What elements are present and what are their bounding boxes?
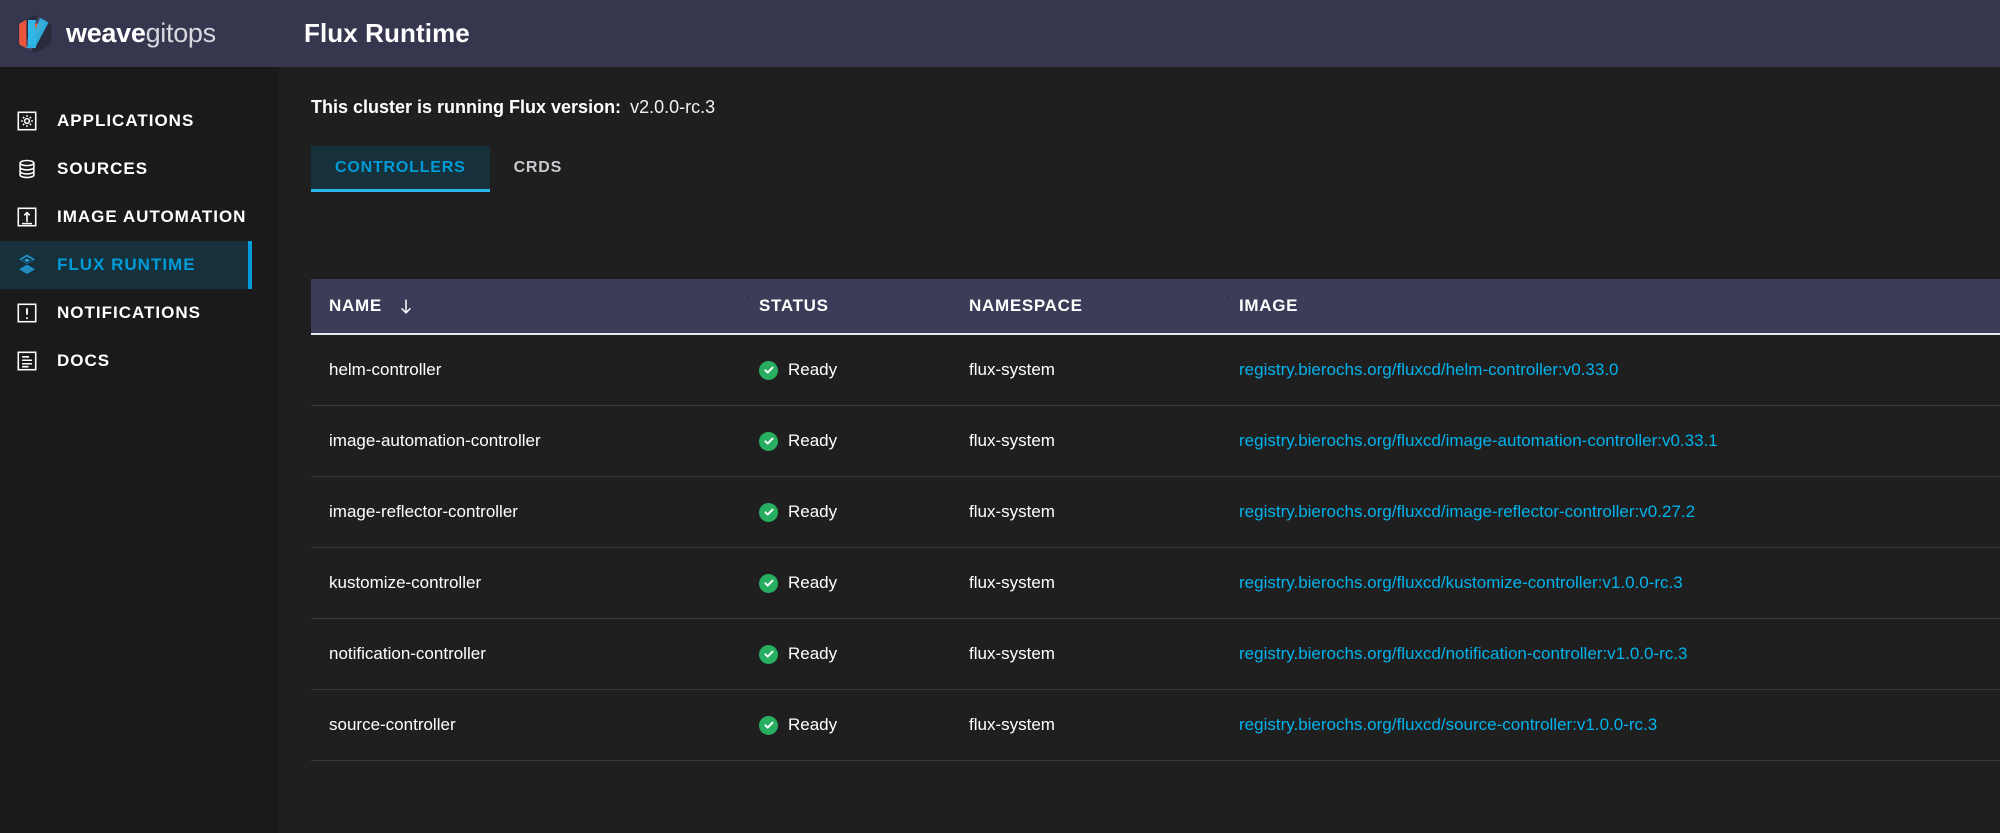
cell-image: registry.bierochs.org/fluxcd/image-refle… xyxy=(1221,502,2000,522)
cell-namespace: flux-system xyxy=(969,360,1055,379)
success-check-icon xyxy=(759,502,778,522)
table-row[interactable]: image-reflector-controller Ready flux-sy… xyxy=(311,477,2000,548)
cell-name: image-reflector-controller xyxy=(329,502,518,521)
image-automation-icon xyxy=(14,204,40,230)
content-panel: This cluster is running Flux version: v2… xyxy=(279,67,2000,833)
notifications-alert-icon xyxy=(14,300,40,326)
flux-runtime-diamond-icon xyxy=(14,252,40,278)
status-label: Ready xyxy=(788,360,838,379)
sidebar-item-label: IMAGE AUTOMATION xyxy=(57,207,247,226)
page-title: Flux Runtime xyxy=(304,18,470,48)
table-header-row: NAME STATUS NAMESPACE IMAGE xyxy=(311,279,2000,335)
controllers-table: NAME STATUS NAMESPACE IMAGE helm-control… xyxy=(311,279,2000,761)
image-link[interactable]: registry.bierochs.org/fluxcd/helm-contro… xyxy=(1239,360,1619,379)
sources-database-icon xyxy=(14,156,40,182)
top-bar: Flux Runtime xyxy=(252,0,2000,67)
column-header-status[interactable]: STATUS xyxy=(741,296,951,316)
sidebar-item-label: FLUX RUNTIME xyxy=(57,255,196,274)
sidebar-item-label: NOTIFICATIONS xyxy=(57,303,201,322)
cell-status: Ready xyxy=(741,431,951,451)
image-link[interactable]: registry.bierochs.org/fluxcd/image-autom… xyxy=(1239,431,1718,450)
status-label: Ready xyxy=(788,573,838,592)
cell-name: image-automation-controller xyxy=(329,431,541,450)
cell-image: registry.bierochs.org/fluxcd/notificatio… xyxy=(1221,644,2000,664)
table-row[interactable]: helm-controller Ready flux-system regist… xyxy=(311,335,2000,406)
tab-bar: CONTROLLERS CRDS xyxy=(311,146,2000,192)
flux-version-label: This cluster is running Flux version: xyxy=(311,97,622,117)
column-header-image[interactable]: IMAGE xyxy=(1221,296,2000,316)
cell-namespace: flux-system xyxy=(969,573,1055,592)
docs-book-icon xyxy=(14,348,40,374)
app-root: weavegitops APPLICATIONS SOURCES IMAGE A… xyxy=(0,0,2000,833)
cell-namespace: flux-system xyxy=(969,431,1055,450)
content-wrapper: This cluster is running Flux version: v2… xyxy=(252,67,2000,833)
cell-status: Ready xyxy=(741,644,951,664)
cell-namespace: flux-system xyxy=(969,715,1055,734)
sidebar: weavegitops APPLICATIONS SOURCES IMAGE A… xyxy=(0,0,252,833)
image-link[interactable]: registry.bierochs.org/fluxcd/kustomize-c… xyxy=(1239,573,1683,592)
success-check-icon xyxy=(759,644,778,664)
cell-status: Ready xyxy=(741,360,951,380)
table-row[interactable]: image-automation-controller Ready flux-s… xyxy=(311,406,2000,477)
main-area: Flux Runtime This cluster is running Flu… xyxy=(252,0,2000,833)
cell-name: helm-controller xyxy=(329,360,442,379)
image-link[interactable]: registry.bierochs.org/fluxcd/notificatio… xyxy=(1239,644,1687,663)
cell-name: kustomize-controller xyxy=(329,573,482,592)
tab-controllers[interactable]: CONTROLLERS xyxy=(311,146,490,192)
image-link[interactable]: registry.bierochs.org/fluxcd/image-refle… xyxy=(1239,502,1695,521)
column-header-name[interactable]: NAME xyxy=(311,296,741,316)
cell-name: source-controller xyxy=(329,715,456,734)
column-header-label: STATUS xyxy=(759,296,829,315)
status-label: Ready xyxy=(788,502,838,521)
success-check-icon xyxy=(759,431,778,451)
cell-image: registry.bierochs.org/fluxcd/helm-contro… xyxy=(1221,360,2000,380)
weave-hexagon-logo-icon xyxy=(18,14,52,53)
cell-image: registry.bierochs.org/fluxcd/image-autom… xyxy=(1221,431,2000,451)
sort-descending-arrow-icon[interactable] xyxy=(398,298,414,315)
table-row[interactable]: source-controller Ready flux-system regi… xyxy=(311,690,2000,761)
column-header-label: IMAGE xyxy=(1239,296,1299,315)
image-link[interactable]: registry.bierochs.org/fluxcd/source-cont… xyxy=(1239,715,1657,734)
brand-logo[interactable]: weavegitops xyxy=(0,0,252,67)
tab-label: CONTROLLERS xyxy=(335,159,466,176)
cell-status: Ready xyxy=(741,502,951,522)
sidebar-item-flux-runtime[interactable]: FLUX RUNTIME xyxy=(0,241,252,289)
column-header-namespace[interactable]: NAMESPACE xyxy=(951,296,1221,316)
brand-name-bold: weave xyxy=(66,18,146,48)
table-row[interactable]: notification-controller Ready flux-syste… xyxy=(311,619,2000,690)
brand-name-light: gitops xyxy=(145,18,217,48)
status-label: Ready xyxy=(788,715,838,734)
success-check-icon xyxy=(759,573,778,593)
column-header-label: NAME xyxy=(329,296,382,315)
sidebar-item-applications[interactable]: APPLICATIONS xyxy=(0,97,252,145)
flux-version-value: v2.0.0-rc.3 xyxy=(630,97,716,117)
status-label: Ready xyxy=(788,431,838,450)
cell-image: registry.bierochs.org/fluxcd/source-cont… xyxy=(1221,715,2000,735)
table-row[interactable]: kustomize-controller Ready flux-system r… xyxy=(311,548,2000,619)
sidebar-item-notifications[interactable]: NOTIFICATIONS xyxy=(0,289,252,337)
success-check-icon xyxy=(759,360,778,380)
cell-image: registry.bierochs.org/fluxcd/kustomize-c… xyxy=(1221,573,2000,593)
tab-crds[interactable]: CRDS xyxy=(490,146,587,190)
sidebar-nav: APPLICATIONS SOURCES IMAGE AUTOMATION FL… xyxy=(0,67,252,385)
cell-status: Ready xyxy=(741,715,951,735)
success-check-icon xyxy=(759,715,778,735)
sidebar-item-label: SOURCES xyxy=(57,159,149,178)
tab-label: CRDS xyxy=(513,159,563,176)
column-header-label: NAMESPACE xyxy=(969,296,1083,315)
cell-namespace: flux-system xyxy=(969,502,1055,521)
cell-name: notification-controller xyxy=(329,644,486,663)
status-label: Ready xyxy=(788,644,838,663)
cell-status: Ready xyxy=(741,573,951,593)
sidebar-item-image-automation[interactable]: IMAGE AUTOMATION xyxy=(0,193,252,241)
applications-gear-icon xyxy=(14,108,40,134)
flux-version-line: This cluster is running Flux version: v2… xyxy=(279,67,2000,118)
sidebar-item-label: APPLICATIONS xyxy=(57,111,195,130)
brand-name: weavegitops xyxy=(66,18,216,49)
sidebar-item-sources[interactable]: SOURCES xyxy=(0,145,252,193)
sidebar-item-label: DOCS xyxy=(57,351,111,370)
sidebar-item-docs[interactable]: DOCS xyxy=(0,337,252,385)
cell-namespace: flux-system xyxy=(969,644,1055,663)
